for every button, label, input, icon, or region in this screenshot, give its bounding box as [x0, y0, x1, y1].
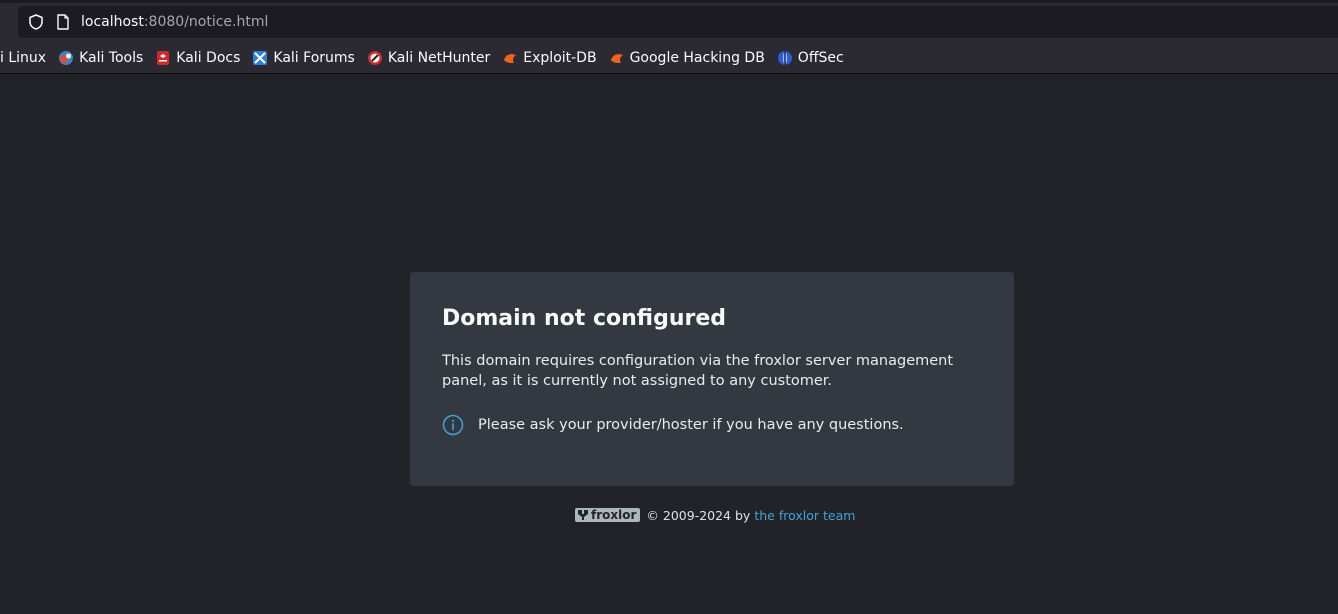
notice-description: This domain requires configuration via t…: [442, 353, 954, 389]
browser-chrome: localhost:8080/notice.html i Linux Kali …: [0, 0, 1338, 74]
info-message: Please ask your provider/hoster if you h…: [442, 414, 982, 436]
kali-docs-icon: [157, 51, 170, 65]
chrome-top-border: [0, 0, 1338, 3]
bookmark-google-hacking-db[interactable]: Google Hacking DB: [609, 46, 765, 70]
shield-icon[interactable]: [27, 13, 45, 31]
footer: froxlor © 2009-2024 by the froxlor team: [575, 506, 855, 524]
info-icon: [442, 414, 464, 436]
google-hacking-db-icon: [610, 54, 623, 63]
bookmark-kali-nethunter[interactable]: Kali NetHunter: [367, 46, 490, 70]
bookmark-kali-tools[interactable]: Kali Tools: [58, 46, 143, 70]
url-bar[interactable]: localhost:8080/notice.html: [18, 6, 1338, 38]
chrome-bottom-border: [0, 73, 1338, 74]
kali-tools-icon: [59, 51, 74, 65]
bookmark-label: Exploit-DB: [523, 50, 597, 66]
bookmark-exploit-db[interactable]: Exploit-DB: [502, 46, 597, 70]
bookmark-label: Kali Docs: [176, 50, 241, 66]
offsec-icon: [777, 51, 792, 65]
kali-forums-icon: [253, 51, 268, 65]
bookmarks-toolbar: i Linux Kali Tools Kali Docs Kali Forums…: [0, 46, 856, 70]
bookmark-label: Kali NetHunter: [387, 50, 491, 66]
froxlor-team-link[interactable]: the froxlor team: [754, 508, 855, 523]
kali-nethunter-icon: [367, 51, 382, 65]
froxlor-logo-text: froxlor: [591, 508, 637, 522]
page-icon: [57, 14, 69, 30]
bookmark-offsec[interactable]: OffSec: [777, 46, 844, 70]
bookmark-label: OffSec: [797, 50, 844, 66]
bookmark-label: i Linux: [0, 50, 47, 66]
bookmark-label: Kali Tools: [79, 50, 144, 66]
bookmark-kali-forums[interactable]: Kali Forums: [252, 46, 355, 70]
info-text: Please ask your provider/hoster if you h…: [478, 417, 904, 433]
bookmark-label: Kali Forums: [273, 50, 355, 66]
url-path: :8080/notice.html: [143, 14, 269, 30]
exploit-db-icon: [504, 54, 517, 63]
bookmark-label: Google Hacking DB: [629, 50, 765, 66]
notice-card: Domain not configured This domain requir…: [410, 272, 1014, 486]
bookmark-kali-docs[interactable]: Kali Docs: [155, 46, 240, 70]
copyright-text: © 2009-2024 by: [646, 507, 751, 523]
froxlor-logo: froxlor: [575, 508, 641, 522]
froxlor-logo-icon: [578, 510, 588, 520]
url-host: localhost: [81, 14, 144, 30]
bookmark-kali-linux[interactable]: i Linux: [0, 46, 46, 70]
page-title: Domain not configured: [442, 306, 727, 331]
url-text[interactable]: localhost:8080/notice.html: [81, 13, 268, 31]
